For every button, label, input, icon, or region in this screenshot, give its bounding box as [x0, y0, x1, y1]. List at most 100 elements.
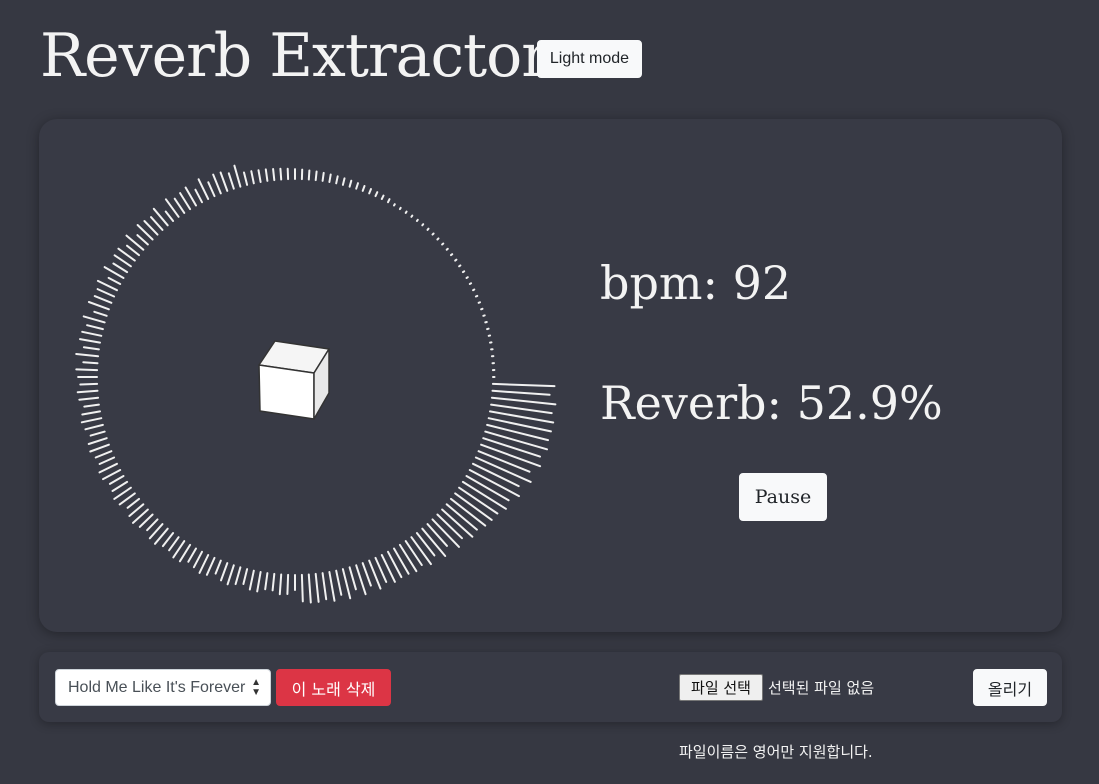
visualizer-bar	[83, 403, 100, 408]
visualizer-bar	[272, 168, 276, 182]
page-title: Reverb Extractor	[40, 21, 550, 91]
visualizer-bar	[454, 258, 458, 262]
song-select[interactable]: Hold Me Like It's Forever ▲ ▼	[55, 669, 271, 706]
visualizer-bar	[82, 346, 100, 351]
visualizer-bar	[233, 164, 242, 188]
visualizer-bar	[271, 572, 276, 592]
visualizer-bar	[173, 197, 186, 214]
visualizer-bar	[458, 264, 462, 268]
file-select-button[interactable]: 파일 선택	[679, 674, 763, 701]
visualizer-bar	[445, 247, 449, 251]
visualizer-bar	[93, 295, 113, 304]
visualizer-bar	[477, 301, 481, 304]
visualizer-bar	[404, 540, 423, 566]
visualizer-bar	[234, 566, 242, 586]
visualizer-bar	[300, 573, 304, 603]
visualizer-bar	[89, 443, 110, 453]
visualizer-bar	[94, 450, 113, 459]
visualizer-bar	[321, 572, 328, 601]
bpm-readout: bpm: 92	[600, 256, 792, 310]
visualizer-bar	[398, 543, 418, 573]
visualizer-bar	[205, 556, 216, 576]
sort-arrows-icon: ▲ ▼	[251, 676, 261, 698]
visualizer-bar	[314, 572, 320, 603]
audio-visualizer	[75, 164, 557, 604]
visualizer-bar	[341, 568, 352, 600]
visualizer-bar	[102, 469, 122, 481]
visualizer-bar	[279, 167, 283, 181]
visualizer-bar	[227, 172, 235, 190]
visualizer-bar	[450, 253, 454, 257]
visualizer-bar	[484, 430, 548, 451]
visualizer-bar	[207, 181, 216, 198]
visualizer-bar	[198, 554, 210, 574]
visualizer-bar	[307, 169, 311, 181]
visualizer-bar	[226, 564, 235, 586]
visualizer-bar	[82, 315, 106, 324]
visualizer-bar	[136, 234, 149, 246]
pause-button[interactable]: Pause	[739, 473, 827, 521]
visualizer-bar	[179, 192, 192, 211]
visualizer-bar	[87, 301, 110, 311]
visualizer-bar	[465, 276, 469, 279]
visualizer-bar	[187, 547, 197, 563]
visualizer-bar	[335, 175, 339, 185]
visualizer-bar	[436, 513, 463, 540]
visualizer-bar	[314, 170, 318, 182]
visualizer-bar	[264, 572, 269, 591]
visualizer-bar	[150, 216, 164, 231]
visualizer-bar	[486, 423, 549, 442]
visualizer-bar	[112, 262, 129, 274]
visualizer-bar	[219, 171, 229, 192]
visualizer-bar	[79, 382, 99, 386]
visualizer-bar	[426, 523, 448, 547]
visualizer-bar	[212, 173, 222, 195]
visualizer-bar	[328, 571, 336, 602]
visualizer-bar	[482, 437, 541, 458]
visualizer-bar	[361, 185, 366, 192]
visualizer-bar	[490, 403, 553, 415]
visualizer-bar	[321, 171, 325, 182]
visualizer-bar	[264, 168, 269, 182]
light-mode-button[interactable]: Light mode	[537, 40, 642, 78]
visualizer-bar	[387, 198, 391, 204]
visualizer-bar	[248, 569, 255, 591]
visualizer-bar	[126, 244, 140, 257]
visualizer-bar	[398, 206, 402, 211]
visualizer-bar	[80, 417, 103, 424]
visualizer-bar	[491, 382, 556, 388]
visualizer-bar	[98, 456, 116, 465]
visualizer-bar	[436, 237, 440, 241]
visualizer-bar	[75, 353, 100, 358]
visualizer-bar	[404, 210, 408, 214]
visualizer-bar	[307, 573, 312, 604]
visualizer-bar	[415, 532, 436, 557]
visualizer-bar	[242, 568, 249, 585]
visualizer-bar	[491, 389, 551, 396]
visualizer-bar	[79, 338, 101, 344]
visualizer-bar	[468, 282, 473, 285]
visualizer-bar	[355, 182, 359, 190]
delete-song-button[interactable]: 이 노래 삭제	[276, 669, 391, 706]
visualizer-bar	[84, 423, 104, 431]
visualizer-bar	[78, 396, 100, 401]
visualizer-bar	[341, 177, 346, 186]
visualizer-bar	[86, 324, 104, 331]
visualizer-bar	[76, 389, 99, 394]
visualizer-bar	[393, 203, 396, 207]
visualizer-bar	[328, 173, 332, 183]
upload-button[interactable]: 올리기	[973, 669, 1047, 706]
cube-icon	[258, 340, 330, 420]
visualizer-bar	[87, 437, 108, 445]
visualizer-bar	[257, 169, 262, 183]
visualizer-bar	[480, 307, 484, 311]
visualizer-bar	[81, 330, 103, 337]
visualizer-bar	[98, 462, 118, 474]
song-select-value: Hold Me Like It's Forever	[68, 678, 246, 696]
visualizer-bar	[410, 536, 432, 566]
visualizer-bar	[243, 171, 249, 186]
visualizer-bar	[93, 310, 108, 317]
visualizer-bar	[348, 179, 353, 188]
visualizer-bar	[81, 410, 101, 416]
visualizer-bar	[368, 188, 372, 195]
